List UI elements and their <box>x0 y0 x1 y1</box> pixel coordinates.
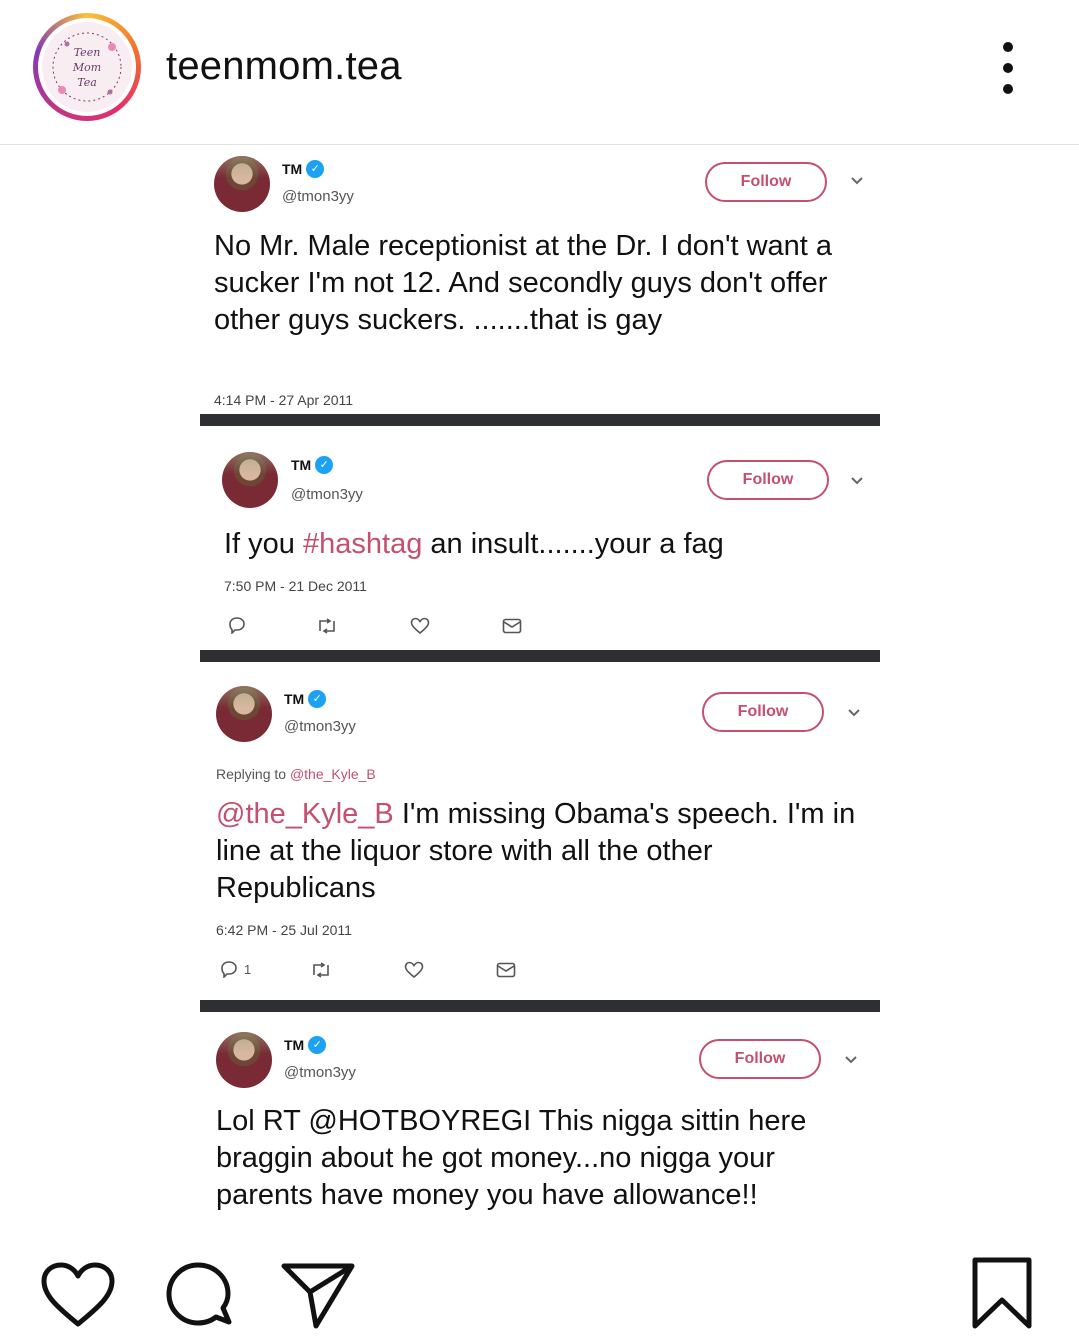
comment-button[interactable] <box>163 1260 235 1337</box>
verified-badge-icon: ✓ <box>315 456 334 474</box>
share-button[interactable] <box>280 1260 356 1335</box>
tweet-timestamp: 4:14 PM - 27 Apr 2011 <box>214 392 354 408</box>
dm-button[interactable] <box>502 618 522 634</box>
tweet-handle: @tmon3yy <box>284 718 356 735</box>
like-button[interactable] <box>404 961 424 979</box>
reply-icon <box>221 961 237 978</box>
tweet-author-name: TM ✓ <box>282 160 325 178</box>
svg-text:Tea: Tea <box>77 76 97 89</box>
chevron-down-icon[interactable] <box>844 1055 858 1069</box>
profile-avatar[interactable]: Teen Mom Tea <box>33 13 141 121</box>
heart-icon <box>41 1262 115 1327</box>
tweet-card: TM ✓ @tmon3yy Follow Lol RT @HOTBOYREGI … <box>200 1012 880 1226</box>
comment-icon <box>166 1262 232 1326</box>
verified-badge-icon: ✓ <box>308 1036 327 1054</box>
retweet-icon <box>319 618 335 634</box>
username[interactable]: teenmom.tea <box>166 44 402 89</box>
more-vertical-icon <box>1003 42 1013 52</box>
tweet-text: Lol RT @HOTBOYREGI This nigga sittin her… <box>216 1105 807 1211</box>
tweet-author-name: TM ✓ <box>291 456 334 474</box>
tweet-divider <box>200 1000 880 1012</box>
envelope-icon <box>502 618 522 634</box>
tweet-author-name: TM ✓ <box>284 1036 327 1054</box>
tweet-author-name: TM ✓ <box>284 690 327 708</box>
tweet-avatar <box>214 156 270 212</box>
tweet-text: No Mr. Male receptionist at the Dr. I do… <box>214 230 833 336</box>
tweet-divider <box>200 414 880 426</box>
tweet-text: If you #hashtag an insult.......your a f… <box>224 528 724 560</box>
tweet-handle: @tmon3yy <box>282 188 354 205</box>
verified-badge-icon: ✓ <box>308 690 327 708</box>
save-button[interactable] <box>970 1256 1034 1335</box>
reply-button[interactable] <box>228 616 246 634</box>
heart-outline-icon <box>404 961 424 979</box>
retweet-button[interactable] <box>316 618 338 634</box>
reply-icon <box>229 617 245 634</box>
retweet-icon <box>313 962 329 978</box>
follow-button[interactable]: Follow <box>702 692 824 732</box>
tweet-timestamp: 6:42 PM - 25 Jul 2011 <box>216 922 352 938</box>
like-button[interactable] <box>40 1262 116 1335</box>
follow-button[interactable]: Follow <box>707 460 829 500</box>
follow-button[interactable]: Follow <box>699 1039 821 1079</box>
floral-wreath-icon: Teen Mom Tea <box>52 32 122 102</box>
tweet-text: @the_Kyle_B I'm missing Obama's speech. … <box>216 798 856 904</box>
svg-text:Mom: Mom <box>72 61 101 74</box>
like-button[interactable] <box>410 617 430 635</box>
verified-badge-icon: ✓ <box>306 160 325 178</box>
chevron-down-icon[interactable] <box>847 708 861 722</box>
reply-button[interactable]: 1 <box>220 960 251 978</box>
bookmark-icon <box>972 1257 1032 1329</box>
tweet-timestamp: 7:50 PM - 21 Dec 2011 <box>224 578 367 594</box>
instagram-post-screen: Teen Mom Tea teenmom.tea TM ✓ @tmon3yy F… <box>0 0 1079 1343</box>
tweet-card: TM ✓ @tmon3yy Follow Replying to @the_Ky… <box>200 662 880 1000</box>
tweet-avatar <box>216 1032 272 1088</box>
send-icon <box>281 1263 355 1329</box>
tweet-card: TM ✓ @tmon3yy Follow If you #hashtag an … <box>200 430 880 650</box>
more-options-button[interactable] <box>990 42 1026 94</box>
tweet-divider <box>200 650 880 662</box>
tweet-avatar <box>222 452 278 508</box>
hashtag-link[interactable]: #hashtag <box>303 528 422 560</box>
teen-mom-tea-logo: Teen Mom Tea <box>42 22 132 112</box>
svg-text:Teen: Teen <box>74 46 101 59</box>
follow-button[interactable]: Follow <box>705 162 827 202</box>
tweet-card: TM ✓ @tmon3yy Follow No Mr. Male recepti… <box>200 146 880 414</box>
mention-link[interactable]: @the_Kyle_B <box>216 798 394 830</box>
tweet-avatar <box>216 686 272 742</box>
chevron-down-icon[interactable] <box>850 176 864 190</box>
envelope-icon <box>496 962 516 978</box>
reply-count: 1 <box>244 961 252 977</box>
replying-to-line: Replying to @the_Kyle_B <box>216 766 376 782</box>
tweet-handle: @tmon3yy <box>291 486 363 503</box>
chevron-down-icon[interactable] <box>850 476 864 490</box>
tweet-handle: @tmon3yy <box>284 1064 356 1081</box>
dm-button[interactable] <box>496 962 516 978</box>
heart-outline-icon <box>410 617 430 635</box>
post-header: Teen Mom Tea teenmom.tea <box>0 0 1079 145</box>
reply-to-link[interactable]: @the_Kyle_B <box>290 766 376 782</box>
retweet-button[interactable] <box>310 962 332 978</box>
